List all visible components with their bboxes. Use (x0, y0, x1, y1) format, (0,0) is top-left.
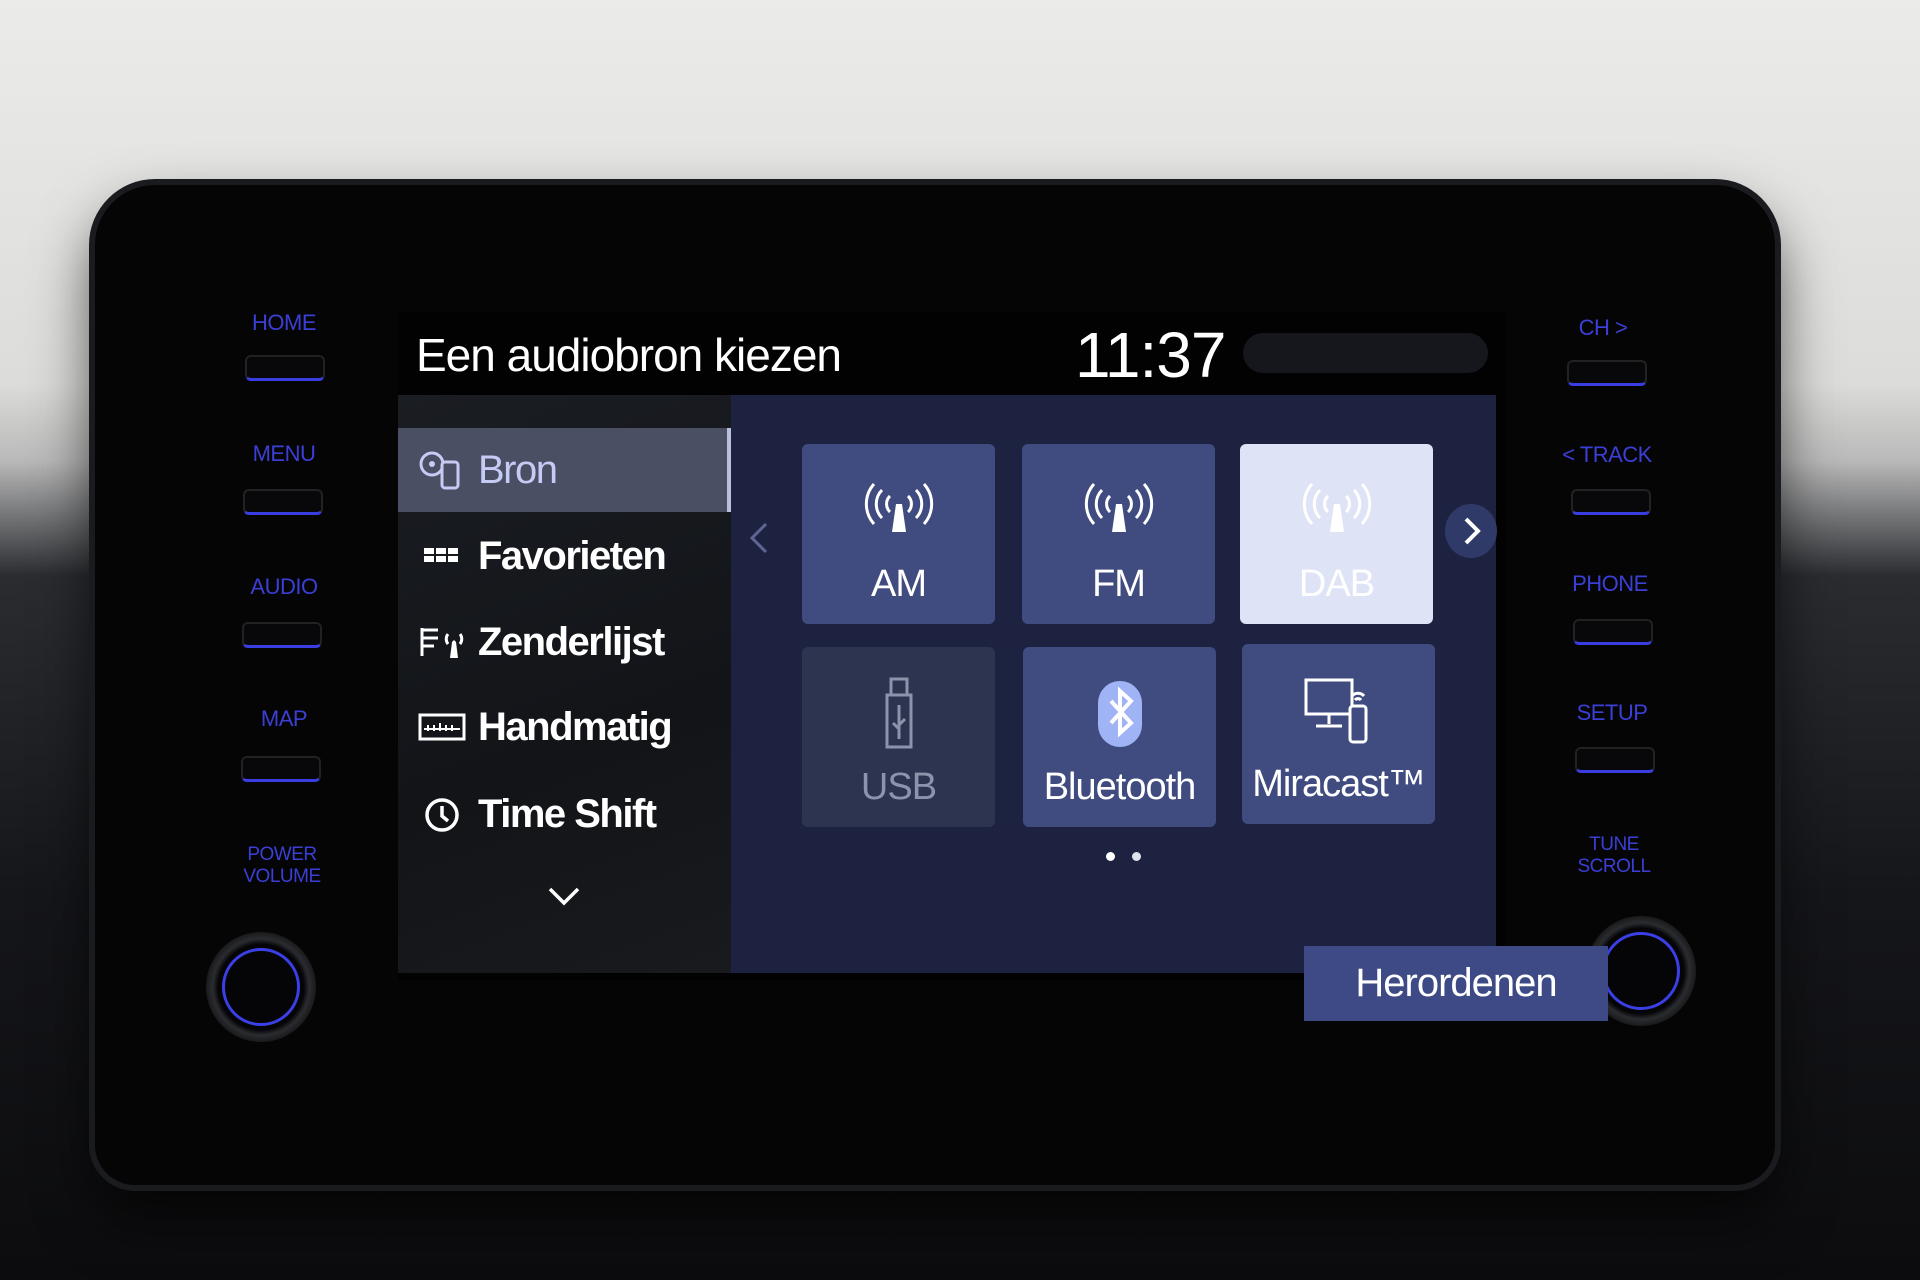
antenna-icon (864, 483, 933, 532)
source-label: Bluetooth (1043, 766, 1197, 808)
miracast-icon (1304, 678, 1367, 744)
channel-label: CH > (1578, 315, 1628, 340)
setup-button[interactable] (1575, 747, 1655, 773)
source-icon (419, 451, 460, 490)
volume-label: VOLUME (243, 866, 321, 887)
next-page-button[interactable] (1445, 504, 1497, 558)
source-label: FM (1092, 563, 1146, 605)
chevron-right-icon (1464, 517, 1481, 545)
source-label: USB (860, 766, 937, 808)
channel-button[interactable] (1567, 360, 1647, 386)
previous-page-chevron-icon[interactable] (748, 520, 770, 556)
bluetooth-icon (1097, 681, 1142, 747)
sidebar-item-favorieten[interactable]: Favorieten (398, 514, 731, 598)
clock: 11:37 (1075, 319, 1226, 391)
phone-label: PHONE (1572, 571, 1648, 596)
map-button[interactable] (241, 756, 321, 782)
sidebar-item-label: Bron (478, 447, 558, 492)
home-button[interactable] (245, 355, 325, 381)
source-label: DAB (1298, 563, 1375, 605)
setup-label: SETUP (1576, 700, 1648, 725)
source-label: AM (871, 563, 927, 605)
sidebar-item-handmatig[interactable]: Handmatig (398, 685, 731, 769)
sidebar-item-label: Handmatig (478, 704, 673, 749)
track-button[interactable] (1571, 489, 1651, 515)
sidebar: Bron Favorieten Zenderlijst Handmatig Ti… (398, 395, 731, 973)
audio-button[interactable] (242, 622, 322, 648)
usb-icon (885, 677, 912, 749)
touchscreen: Een audiobron kiezen 11:37 Bron Favoriet… (398, 312, 1608, 1021)
manual-tuning-icon (418, 713, 466, 741)
menu-button[interactable] (243, 489, 323, 515)
source-label: Miracast™ (1252, 763, 1426, 805)
source-tile-usb[interactable]: USB (802, 647, 995, 827)
page-indicator-dot-active (1106, 852, 1115, 861)
sidebar-item-label: Time Shift (478, 791, 657, 836)
source-tile-bluetooth[interactable]: Bluetooth (1023, 647, 1216, 827)
source-tile-fm[interactable]: FM (1022, 444, 1215, 624)
scroll-label: SCROLL (1577, 856, 1651, 877)
tune-label: TUNE (1589, 834, 1639, 855)
reorder-button[interactable]: Herordenen (1304, 946, 1608, 1021)
source-tile-miracast[interactable]: Miracast™ (1242, 644, 1435, 824)
status-bar (1243, 333, 1488, 373)
antenna-icon (1084, 483, 1153, 532)
sidebar-item-label: Favorieten (478, 533, 667, 578)
audio-label: AUDIO (250, 574, 318, 599)
scroll-down-chevron-icon[interactable] (546, 885, 582, 909)
source-tile-am[interactable]: AM (802, 444, 995, 624)
source-tile-dab[interactable]: DAB (1240, 444, 1433, 624)
antenna-icon (1302, 483, 1371, 532)
menu-label: MENU (252, 441, 316, 466)
power-label: POWER (247, 844, 317, 865)
favorites-grid-icon (424, 548, 458, 562)
clock-icon (425, 798, 459, 832)
sidebar-item-time-shift[interactable]: Time Shift (398, 772, 731, 856)
sidebar-item-bron[interactable]: Bron (398, 428, 731, 512)
page-indicator-dot (1132, 852, 1141, 861)
phone-button[interactable] (1573, 619, 1653, 645)
power-volume-knob[interactable] (206, 932, 316, 1042)
map-label: MAP (260, 706, 308, 731)
sidebar-item-zenderlijst[interactable]: Zenderlijst (398, 600, 731, 684)
source-grid-panel: AM FM DAB USB Bluetooth Miracast™ Herord… (731, 395, 1608, 1021)
track-label: < TRACK (1562, 442, 1652, 467)
station-list-icon (420, 628, 464, 658)
sidebar-item-label: Zenderlijst (478, 619, 665, 664)
page-title: Een audiobron kiezen (416, 329, 842, 381)
home-label: HOME (252, 310, 317, 335)
